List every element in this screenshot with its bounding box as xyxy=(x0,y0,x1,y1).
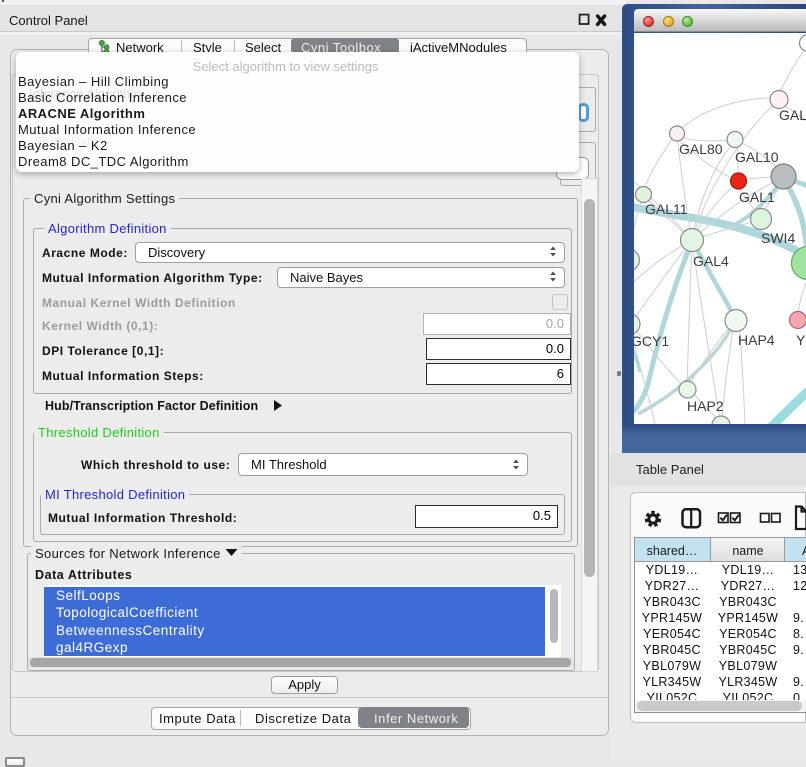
svg-text:GAL1: GAL1 xyxy=(739,189,775,205)
svg-text:GAL10: GAL10 xyxy=(735,149,779,165)
svg-text:GCY1: GCY1 xyxy=(634,333,669,349)
svg-text:HAP2: HAP2 xyxy=(687,398,724,414)
svg-text:GAL7: GAL7 xyxy=(779,107,806,123)
svg-text:GAL4: GAL4 xyxy=(693,253,729,269)
svg-text:GAL80: GAL80 xyxy=(679,141,723,157)
svg-text:HAP4: HAP4 xyxy=(738,332,775,348)
svg-text:YP: YP xyxy=(796,332,806,348)
svg-text:GAL11: GAL11 xyxy=(645,201,688,217)
svg-text:SWI4: SWI4 xyxy=(761,230,795,246)
